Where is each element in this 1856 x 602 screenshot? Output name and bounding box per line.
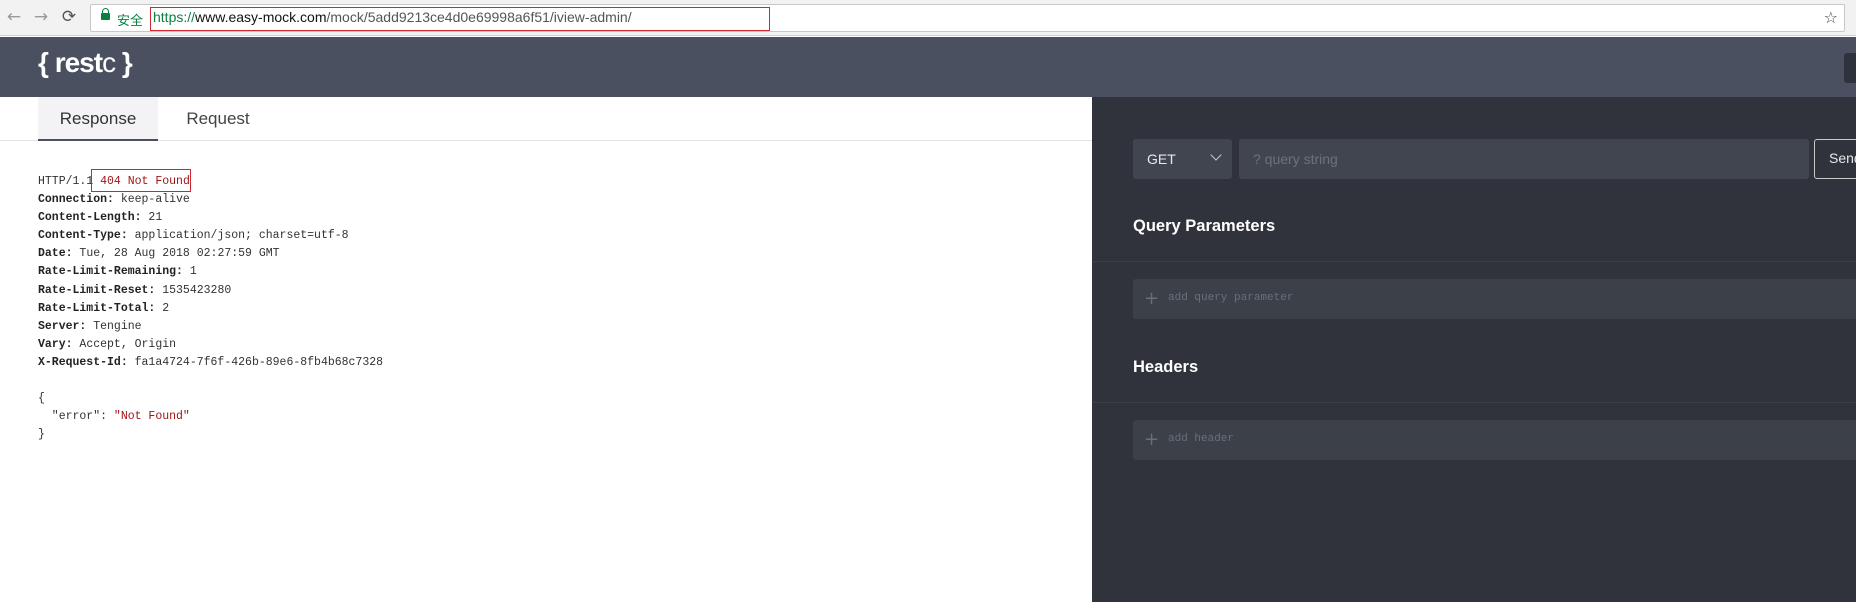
body-key: "error": <box>38 410 114 424</box>
body-open-brace: { <box>38 392 45 406</box>
header-value: keep-alive <box>113 193 190 207</box>
header-key: Rate-Limit-Total: <box>38 301 156 315</box>
header-key: Content-Length: <box>38 211 142 225</box>
header-key: Vary: <box>38 337 73 351</box>
header-key: Connection: <box>38 193 114 207</box>
app-header: { restc } <box>0 37 1856 97</box>
method-select[interactable]: GET <box>1133 139 1232 179</box>
logo-c: c <box>102 47 116 78</box>
add-query-parameter-row[interactable]: + add query parameter <box>1133 279 1856 319</box>
back-arrow-icon[interactable]: ← <box>4 7 24 27</box>
query-parameters-title: Query Parameters <box>1133 217 1276 235</box>
header-value: Tue, 28 Aug 2018 02:27:59 GMT <box>72 247 280 261</box>
url-highlight-box <box>150 7 770 31</box>
body-close-brace: } <box>38 428 45 442</box>
header-key: Server: <box>38 319 87 333</box>
query-string-input[interactable]: ? query string <box>1239 139 1809 179</box>
status-highlight-box <box>91 169 191 192</box>
header-key: X-Request-Id: <box>38 355 128 369</box>
address-bar[interactable]: 安全 https://www.easy-mock.com/mock/5add92… <box>90 4 1845 32</box>
logo-brace-close: } <box>115 47 133 78</box>
add-header-row[interactable]: + add header <box>1133 420 1856 460</box>
secure-label: 安全 <box>117 13 144 28</box>
lock-icon <box>101 8 110 20</box>
method-value: GET <box>1147 151 1176 167</box>
response-text: HTTP/1.1 404 Not Found Connection: keep-… <box>38 173 383 444</box>
header-key: Content-Type: <box>38 229 128 243</box>
section-divider <box>1092 261 1856 262</box>
plus-icon: + <box>1144 429 1160 450</box>
header-menu-button[interactable] <box>1844 53 1856 83</box>
header-value: application/json; charset=utf-8 <box>127 229 349 243</box>
browser-toolbar: ← → ⟳ 安全 https://www.easy-mock.com/mock/… <box>0 0 1856 36</box>
logo-brace-open: { <box>38 47 55 78</box>
forward-arrow-icon[interactable]: → <box>31 7 51 27</box>
headers-title: Headers <box>1133 358 1199 376</box>
header-key: Date: <box>38 247 73 261</box>
request-pane: GET ? query string Send Query Parameters… <box>1092 97 1856 602</box>
chevron-down-icon <box>1210 149 1222 161</box>
header-value: Accept, Origin <box>72 337 177 351</box>
section-divider <box>1092 402 1856 403</box>
send-button[interactable]: Send <box>1814 139 1856 179</box>
header-value: Tengine <box>86 319 142 333</box>
add-header-label: add header <box>1168 433 1235 445</box>
tab-response[interactable]: Response <box>38 97 158 141</box>
plus-icon: + <box>1144 288 1160 309</box>
tab-request[interactable]: Request <box>178 97 258 141</box>
reload-icon[interactable]: ⟳ <box>59 7 79 27</box>
header-key: Rate-Limit-Remaining: <box>38 265 183 279</box>
header-value: fa1a4724-7f6f-426b-89e6-8fb4b68c7328 <box>127 355 384 369</box>
header-value: 21 <box>141 211 163 225</box>
restc-logo[interactable]: { restc } <box>38 47 133 79</box>
response-pane: Response Request HTTP/1.1 404 Not Found … <box>0 97 1092 602</box>
header-value: 2 <box>155 301 170 315</box>
body-value: "Not Found" <box>113 410 190 424</box>
header-key: Rate-Limit-Reset: <box>38 283 156 297</box>
add-query-parameter-label: add query parameter <box>1168 292 1294 304</box>
tab-bar: Response Request <box>0 97 1092 141</box>
header-value: 1 <box>182 265 197 279</box>
logo-rest: rest <box>54 47 103 78</box>
bookmark-star-icon[interactable]: ☆ <box>1824 8 1838 27</box>
header-value: 1535423280 <box>155 283 232 297</box>
